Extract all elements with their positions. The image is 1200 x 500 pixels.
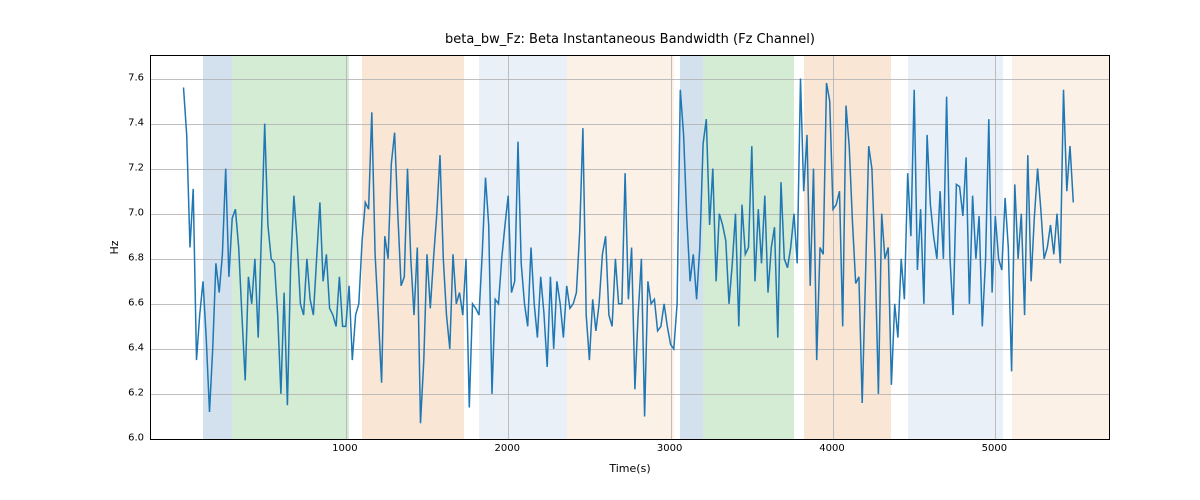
y-tick-label: 6.8	[104, 252, 144, 263]
x-tick-label: 4000	[819, 443, 844, 454]
x-tick-label: 1000	[332, 443, 357, 454]
y-tick-label: 7.6	[104, 72, 144, 83]
y-tick-label: 6.4	[104, 342, 144, 353]
figure: beta_bw_Fz: Beta Instantaneous Bandwidth…	[0, 0, 1200, 500]
x-tick-label: 2000	[494, 443, 519, 454]
y-tick-label: 6.2	[104, 387, 144, 398]
grid-horizontal	[151, 439, 1109, 440]
y-tick-label: 7.0	[104, 207, 144, 218]
y-axis-label: Hz	[108, 55, 121, 440]
plot-axes	[150, 55, 1110, 440]
x-tick-label: 3000	[657, 443, 682, 454]
y-tick-label: 6.0	[104, 433, 144, 444]
series-line	[184, 79, 1074, 424]
x-axis-label: Time(s)	[150, 462, 1110, 475]
x-tick-label: 5000	[982, 443, 1007, 454]
line-plot	[151, 56, 1109, 439]
y-tick-label: 7.4	[104, 117, 144, 128]
y-tick-label: 6.6	[104, 297, 144, 308]
chart-title: beta_bw_Fz: Beta Instantaneous Bandwidth…	[150, 32, 1110, 47]
y-tick-label: 7.2	[104, 162, 144, 173]
